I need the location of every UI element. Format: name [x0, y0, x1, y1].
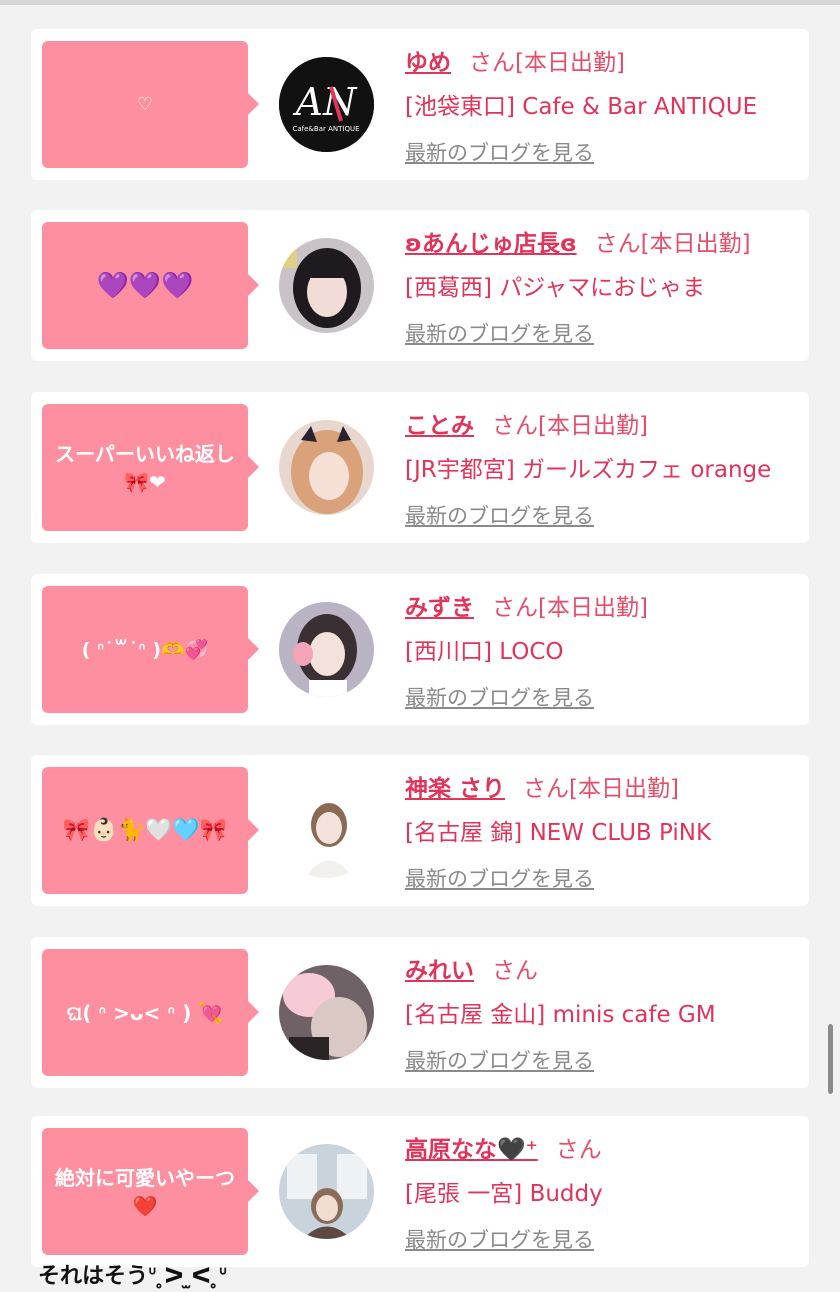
message-text: ଘ( ᐢ >ᴗ< ᐢ ) 💘: [66, 1000, 224, 1025]
shop-name: [西川口] LOCO: [405, 639, 564, 665]
blog-link[interactable]: 最新のブログを見る: [405, 863, 594, 893]
message-text: スーパーいいね返し🎀❤︎: [55, 441, 235, 494]
honorific: さん: [492, 595, 538, 621]
profile-photo: [279, 602, 374, 697]
message-text: ( ᐢ˙꒳˙ᐢ )🫶💞: [81, 638, 209, 661]
honorific: さん: [555, 1137, 602, 1163]
message-bubble: 絶対に可愛いやーつ❤️: [42, 1128, 259, 1255]
message-bubble: スーパーいいね返し🎀❤︎: [42, 404, 259, 531]
message-text: 絶対に可愛いやーつ❤️: [55, 1165, 235, 1218]
blog-link[interactable]: 最新のブログを見る: [405, 500, 594, 530]
status-badge: [本日出勤]: [515, 50, 625, 76]
message-bubble: 💜💜💜: [42, 222, 259, 349]
name-line: 神楽 さり さん[本日出勤]: [405, 769, 679, 803]
avatar[interactable]: [279, 965, 374, 1060]
logo-text: AN: [293, 80, 358, 124]
girl-name-link[interactable]: ʚあんじゅ店長ɞ: [405, 231, 577, 257]
avatar[interactable]: [279, 1144, 374, 1239]
shop-logo-icon: AN Cafe&Bar ANTIQUE: [279, 57, 374, 152]
name-line: ゆめ さん[本日出勤]: [405, 43, 625, 77]
blog-link[interactable]: 最新のブログを見る: [405, 1224, 594, 1254]
list-item: ( ᐢ˙꒳˙ᐢ )🫶💞 みずき さん[本日出勤] [西川口] LOCO 最新のブロ…: [31, 574, 809, 725]
profile-photo: [279, 238, 374, 333]
status-badge: [本日出勤]: [538, 595, 648, 621]
list-item: スーパーいいね返し🎀❤︎ ことみ さん[本日出勤] [JR宇都宮] ガールズカフェ…: [31, 392, 809, 543]
girl-name-link[interactable]: 高原なな🖤⁺: [405, 1137, 538, 1163]
message-bubble: ( ᐢ˙꒳˙ᐢ )🫶💞: [42, 586, 259, 713]
profile-photo: [279, 783, 374, 878]
name-line: ʚあんじゅ店長ɞ さん[本日出勤]: [405, 224, 751, 258]
shop-name: [尾張 一宮] Buddy: [405, 1181, 603, 1207]
message-text: ♡: [136, 93, 154, 115]
name-line: みずき さん[本日出勤]: [405, 588, 648, 622]
avatar[interactable]: AN Cafe&Bar ANTIQUE: [279, 57, 374, 152]
status-badge: [本日出勤]: [640, 231, 751, 257]
avatar[interactable]: [279, 602, 374, 697]
shop-name: [名古屋 金山] minis cafe GM: [405, 1002, 716, 1028]
message-text: 💜💜💜: [96, 270, 194, 301]
girl-name-link[interactable]: ことみ: [405, 413, 474, 439]
message-bubble: ♡: [42, 41, 259, 168]
profile-photo: [279, 1144, 374, 1239]
name-line: ことみ さん[本日出勤]: [405, 406, 648, 440]
list-item: 💜💜💜 ʚあんじゅ店長ɞ さん[本日出勤] [西葛西] パジャマにおじゃま 最新の…: [31, 210, 809, 361]
overlay-caption: それはそうᐡ ̥ᐳ ̫ᐸ ̥ᐡ: [38, 1264, 228, 1289]
message-text: 🎀👶🏻🐈🤍🩵🎀: [62, 817, 228, 843]
blog-link[interactable]: 最新のブログを見る: [405, 137, 594, 167]
blog-link[interactable]: 最新のブログを見る: [405, 318, 594, 348]
message-bubble: 🎀👶🏻🐈🤍🩵🎀: [42, 767, 259, 894]
blog-link[interactable]: 最新のブログを見る: [405, 1045, 594, 1075]
status-badge: [本日出勤]: [538, 413, 648, 439]
list-item: ଘ( ᐢ >ᴗ< ᐢ ) 💘 みれい さん [名古屋 金山] minis cafe…: [31, 937, 809, 1088]
list-item: 🎀👶🏻🐈🤍🩵🎀 神楽 さり さん[本日出勤] [名古屋 錦] NEW CLUB P…: [31, 755, 809, 906]
scrollbar[interactable]: [828, 1024, 833, 1094]
shop-name: [池袋東口] Cafe & Bar ANTIQUE: [405, 94, 758, 120]
girl-name-link[interactable]: みずき: [405, 595, 474, 621]
profile-photo: [279, 965, 374, 1060]
honorific: さん: [492, 413, 538, 439]
shop-name: [名古屋 錦] NEW CLUB PiNK: [405, 820, 712, 846]
girl-name-link[interactable]: 神楽 さり: [405, 776, 505, 802]
profile-photo: [279, 420, 374, 515]
logo-subtext: Cafe&Bar ANTIQUE: [292, 125, 359, 133]
girl-name-link[interactable]: みれい: [405, 958, 474, 984]
list-item: ♡ AN Cafe&Bar ANTIQUE ゆめ さん[本日出勤] [池袋東口] …: [31, 29, 809, 180]
honorific: さん: [469, 50, 515, 76]
honorific: さん: [492, 958, 538, 984]
blog-link[interactable]: 最新のブログを見る: [405, 682, 594, 712]
avatar[interactable]: [279, 420, 374, 515]
list-item: 絶対に可愛いやーつ❤️ 高原なな🖤⁺ さん [尾張 一宮] Buddy 最新のブロ…: [31, 1116, 809, 1267]
name-line: みれい さん: [405, 951, 538, 985]
avatar[interactable]: [279, 783, 374, 878]
message-bubble: ଘ( ᐢ >ᴗ< ᐢ ) 💘: [42, 949, 259, 1076]
shop-name: [JR宇都宮] ガールズカフェ orange: [405, 457, 772, 483]
girl-name-link[interactable]: ゆめ: [405, 50, 451, 76]
avatar[interactable]: [279, 238, 374, 333]
top-edge: [0, 0, 840, 5]
status-badge: [本日出勤]: [569, 776, 679, 802]
honorific: さん: [523, 776, 570, 802]
shop-name: [西葛西] パジャマにおじゃま: [405, 275, 706, 301]
honorific: さん: [594, 231, 641, 257]
name-line: 高原なな🖤⁺ さん: [405, 1130, 602, 1164]
